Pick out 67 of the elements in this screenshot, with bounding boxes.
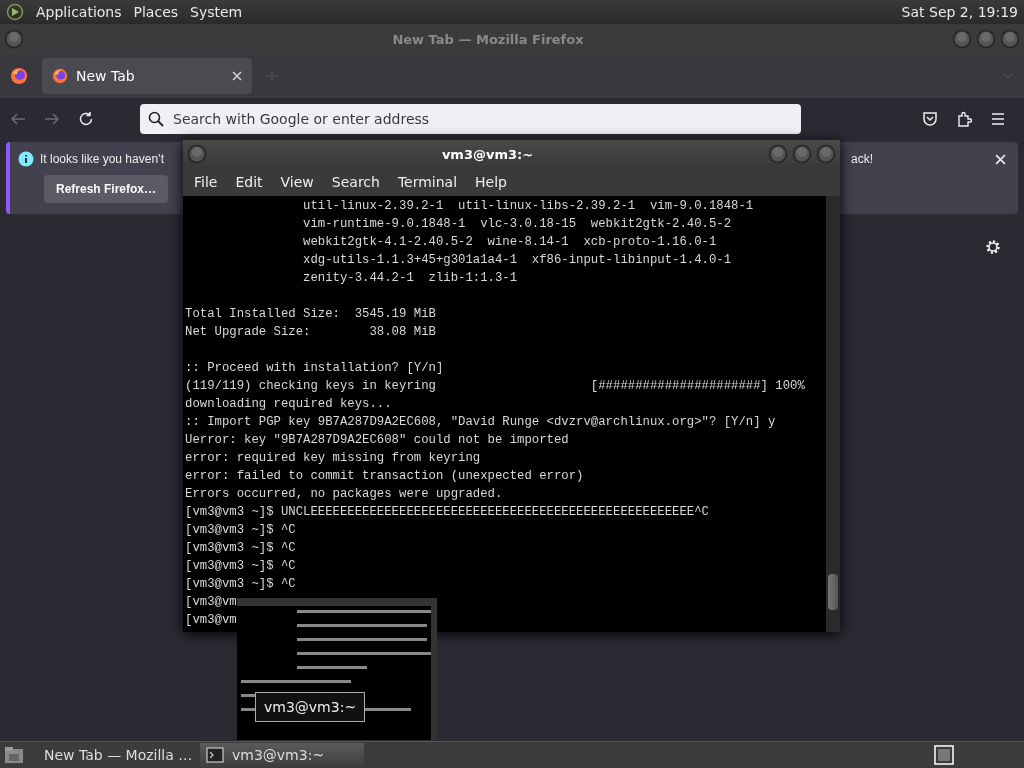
terminal-line: [vm3@vm xyxy=(185,594,238,611)
terminal-line: [vm3@vm3 ~]$ ^C xyxy=(185,558,297,575)
menu-item[interactable]: Help xyxy=(466,174,516,190)
panel-menu[interactable]: System xyxy=(190,4,243,20)
distro-logo-icon[interactable] xyxy=(6,3,24,21)
menu-item[interactable]: Search xyxy=(322,174,389,190)
terminal-line: Uerror: key "9B7A287D9A2EC608" could not be imported xyxy=(185,432,570,449)
window-control-icon[interactable] xyxy=(187,144,207,164)
panel-menu[interactable]: Applications xyxy=(36,4,122,20)
pocket-icon[interactable] xyxy=(922,111,938,127)
browser-tab[interactable]: New Tab xyxy=(42,58,252,94)
menu-icon[interactable] xyxy=(990,111,1006,127)
clock: Sat Sep 2, 19:19 xyxy=(901,4,1018,20)
puzzle-icon[interactable] xyxy=(956,111,972,127)
close-icon[interactable] xyxy=(232,71,242,81)
refresh-button[interactable]: Refresh Firefox… xyxy=(44,175,169,203)
terminal-line: Errors occurred, no packages were upgraded. xyxy=(185,486,504,503)
window-control-icon[interactable] xyxy=(976,29,996,49)
terminal-line: error: failed to commit transaction (unexpected error) xyxy=(185,468,585,485)
taskbar-button[interactable]: vm3@vm3:~ xyxy=(200,743,364,767)
window-title: New Tab — Mozilla Firefox xyxy=(391,31,585,47)
panel-menu[interactable]: Places xyxy=(133,4,179,20)
firefox-icon xyxy=(52,68,68,84)
folder-icon[interactable] xyxy=(4,746,24,764)
window-control-icon[interactable] xyxy=(768,144,788,164)
terminal-line: [vm3@vm3 ~]$ ^C xyxy=(185,540,297,557)
terminal-line: :: Import PGP key 9B7A287D9A2EC608, "David Runge <dvzrv@archlinux.org>"? [Y/n] y xyxy=(185,414,777,431)
reload-icon[interactable] xyxy=(78,111,94,127)
terminal-line: :: Proceed with installation? [Y/n] xyxy=(185,360,445,377)
terminal-line: Net Upgrade Size: 38.08 MiB xyxy=(185,324,437,341)
window-title: vm3@vm3:~ xyxy=(440,146,535,162)
scrollbar[interactable] xyxy=(826,196,840,632)
info-icon xyxy=(18,151,34,167)
window-control-icon[interactable] xyxy=(952,29,972,49)
menu-item[interactable]: Edit xyxy=(226,174,272,190)
settings-icon[interactable] xyxy=(984,238,1002,256)
terminal-line: webkit2gtk-4.1-2.40.5-2 wine-8.14-1 xcb-proto-1.16.0-1 xyxy=(302,234,718,251)
terminal-line: vim-runtime-9.0.1848-1 vlc-3.0.18-15 webkit2gtk-2.40.5-2 xyxy=(302,216,733,233)
terminal-line: (119/119) checking keys in keyring [######################] 100% xyxy=(185,378,806,395)
terminal-line: downloading required keys... xyxy=(185,396,393,413)
terminal-line: [vm3@vm3 ~]$ ^C xyxy=(185,576,297,593)
terminal-line: [vm3@vm3 ~]$ ^C xyxy=(185,522,297,539)
menu-item[interactable]: View xyxy=(271,174,323,190)
notification-text: ack! xyxy=(851,152,873,166)
taskbar-button[interactable]: New Tab — Mozilla … xyxy=(30,743,194,767)
terminal-line: error: required key missing from keyring xyxy=(185,450,482,467)
notification-text: It looks like you haven’t xyxy=(40,152,165,166)
window-control-icon[interactable] xyxy=(1000,29,1020,49)
tooltip: vm3@vm3:~ xyxy=(255,692,366,722)
terminal-line: xdg-utils-1.1.3+45+g301a1a4-1 xf86-input-libinput-1.4.0-1 xyxy=(302,252,733,269)
workspace-switcher-icon[interactable] xyxy=(934,745,954,765)
window-control-icon[interactable] xyxy=(816,144,836,164)
address-field[interactable]: Search with Google or enter address xyxy=(140,104,801,134)
firefox-icon xyxy=(10,67,28,85)
terminal-line: Total Installed Size: 3545.19 MiB xyxy=(185,306,437,323)
terminal-line: util-linux-2.39.2-1 util-linux-libs-2.39.2-1 vim-9.0.1848-1 xyxy=(302,198,755,215)
terminal-line: [vm3@vm3 ~]$ UNCLEEEEEEEEEEEEEEEEEEEEEEEEEEEEEEEEEEEEEEEEEEEEEEEEEEEE^C xyxy=(185,504,710,521)
menu-item[interactable]: Terminal xyxy=(388,174,467,190)
window-control-icon[interactable] xyxy=(4,29,24,49)
close-icon[interactable] xyxy=(995,153,1006,165)
back-arrow-icon[interactable] xyxy=(10,111,26,127)
forward-arrow-icon[interactable] xyxy=(44,111,60,127)
terminal-icon xyxy=(206,747,224,763)
menu-item[interactable]: File xyxy=(185,174,227,190)
terminal-line: zenity-3.44.2-1 zlib-1:1.3-1 xyxy=(302,270,519,287)
terminal-line: [vm3@vm xyxy=(185,612,238,629)
window-control-icon[interactable] xyxy=(792,144,812,164)
